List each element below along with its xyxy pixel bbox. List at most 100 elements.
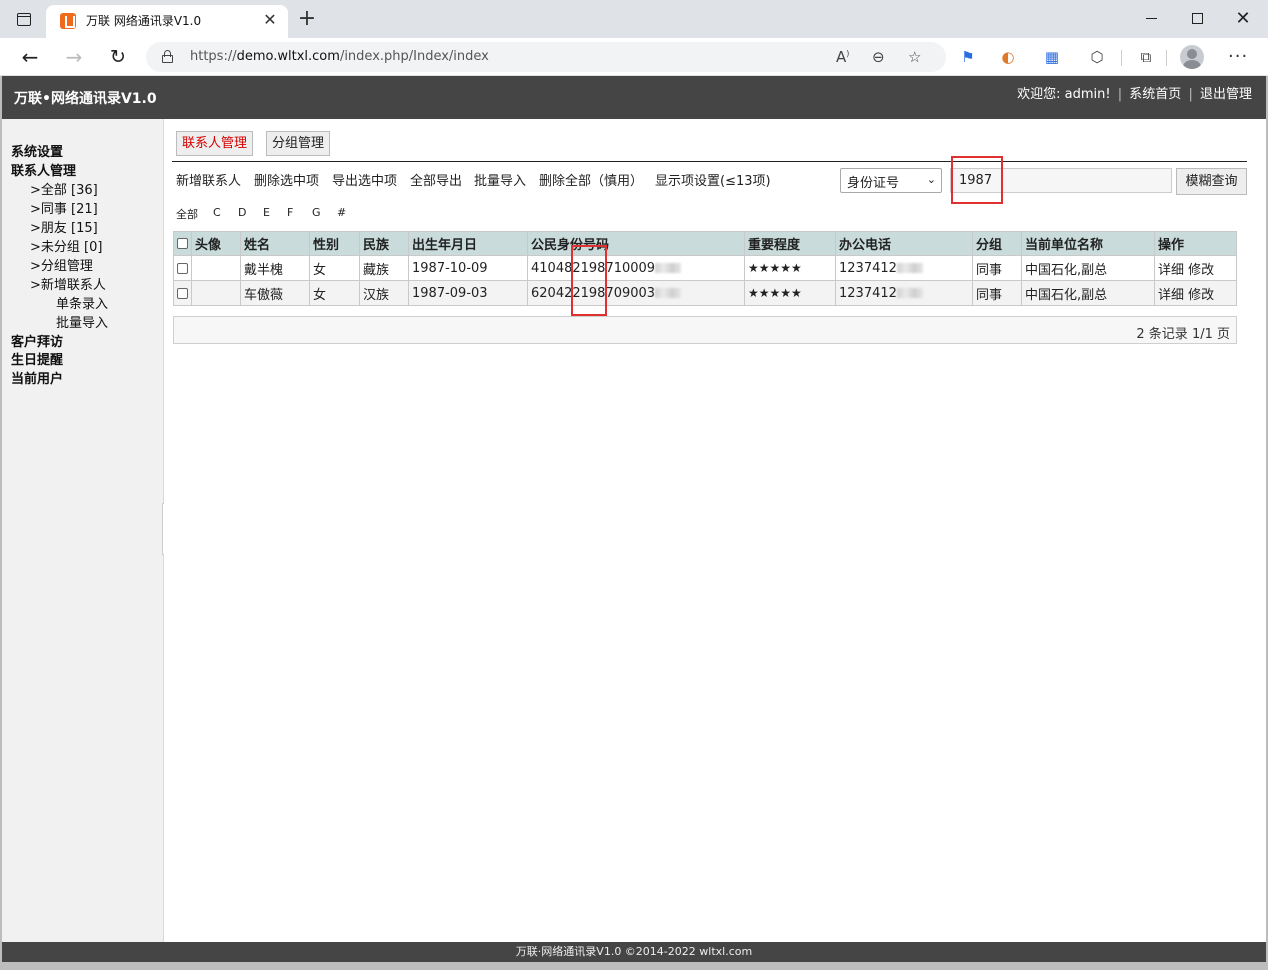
redacted-blur bbox=[655, 263, 682, 273]
sidebar-item-system-settings[interactable]: 系统设置 bbox=[11, 141, 63, 160]
column-header: 办公电话 bbox=[835, 231, 973, 256]
maximize-icon[interactable] bbox=[1174, 4, 1220, 32]
edit-link[interactable]: 修改 bbox=[1188, 263, 1214, 278]
export-selected-link[interactable]: 导出选中项 bbox=[332, 170, 397, 189]
search-highlight-box bbox=[951, 156, 1003, 204]
fuzzy-search-button[interactable]: 模糊查询 bbox=[1176, 168, 1247, 195]
lock-icon[interactable] bbox=[162, 50, 173, 63]
contacts-table: 头像 姓名 性别 民族 出生年月日 公民身份号码 重要程度 办公电话 分组 当前… bbox=[173, 231, 1237, 306]
sidebar-item-ungrouped[interactable]: >未分组 [0] bbox=[30, 236, 102, 255]
redacted-blur bbox=[896, 263, 923, 273]
collections-icon[interactable]: ⧉ bbox=[1136, 47, 1156, 67]
sidebar-item-friend[interactable]: >朋友 [15] bbox=[30, 217, 98, 236]
column-header: 姓名 bbox=[240, 231, 310, 256]
main-content: 联系人管理 分组管理 新增联系人 删除选中项 导出选中项 全部导出 批量导入 删… bbox=[164, 119, 1266, 942]
new-tab-icon[interactable]: + bbox=[296, 6, 318, 31]
header-links: 欢迎您: admin! | 系统首页 | 退出管理 bbox=[1017, 87, 1252, 102]
letter-filter-d[interactable]: D bbox=[238, 206, 246, 219]
add-contact-link[interactable]: 新增联系人 bbox=[176, 170, 241, 189]
avatar-cell bbox=[191, 280, 241, 306]
extensions-icon[interactable]: ⬡ bbox=[1087, 47, 1107, 67]
delete-selected-link[interactable]: 删除选中项 bbox=[254, 170, 319, 189]
read-aloud-icon[interactable]: A) bbox=[836, 48, 849, 66]
delete-all-link[interactable]: 删除全部（慎用） bbox=[539, 170, 643, 189]
logout-link[interactable]: 退出管理 bbox=[1200, 87, 1252, 102]
sidebar-item-group-mgmt[interactable]: >分组管理 bbox=[30, 255, 93, 274]
chevron-down-icon: ⌄ bbox=[926, 173, 936, 186]
actions-cell: 详细 修改 bbox=[1154, 255, 1237, 281]
forward-icon[interactable]: → bbox=[61, 44, 87, 70]
export-all-link[interactable]: 全部导出 bbox=[410, 170, 462, 189]
birth-cell: 1987-09-03 bbox=[408, 280, 528, 306]
display-settings-link[interactable]: 显示项设置(≤13项) bbox=[655, 170, 771, 189]
back-icon[interactable]: ← bbox=[17, 44, 43, 70]
sidebar-item-single-entry[interactable]: 单条录入 bbox=[56, 293, 108, 312]
tab-close-icon[interactable]: ✕ bbox=[260, 10, 280, 29]
phone-number: 1237412 bbox=[839, 285, 897, 301]
extension-shield-icon[interactable]: ⚑ bbox=[958, 47, 978, 67]
site-favicon-icon bbox=[60, 13, 76, 29]
redacted-blur bbox=[896, 288, 923, 298]
sidebar-item-birthday-reminder[interactable]: 生日提醒 bbox=[11, 349, 63, 368]
company-cell: 中国石化,副总 bbox=[1021, 280, 1155, 306]
pagination-bar: 2 条记录 1/1 页 bbox=[173, 316, 1237, 344]
sidebar-item-current-user[interactable]: 当前用户 bbox=[11, 368, 63, 387]
group-cell: 同事 bbox=[972, 255, 1022, 281]
letter-filter-g[interactable]: G bbox=[312, 206, 321, 219]
letter-filter-f[interactable]: F bbox=[287, 206, 293, 219]
row-checkbox[interactable] bbox=[177, 287, 188, 299]
column-header: 性别 bbox=[309, 231, 360, 256]
letter-filter-c[interactable]: C bbox=[213, 206, 221, 219]
gender-cell: 女 bbox=[309, 255, 360, 281]
home-link[interactable]: 系统首页 bbox=[1129, 87, 1181, 102]
column-header: 公民身份号码 bbox=[527, 231, 745, 256]
browser-tab[interactable]: 万联 网络通讯录V1.0 ✕ bbox=[46, 5, 288, 38]
window-close-icon[interactable]: ✕ bbox=[1220, 4, 1266, 32]
redacted-blur bbox=[655, 288, 682, 298]
tab-actions-icon[interactable] bbox=[14, 9, 34, 29]
app-title: 万联•网络通讯录V1.0 bbox=[14, 91, 157, 107]
url-field[interactable]: https://demo.wltxl.com/index.php/Index/i… bbox=[146, 42, 946, 72]
importance-cell: ★★★★★ bbox=[744, 255, 836, 281]
app-header: 万联•网络通讯录V1.0 欢迎您: admin! | 系统首页 | 退出管理 bbox=[2, 76, 1266, 119]
minimize-icon[interactable] bbox=[1128, 4, 1174, 32]
select-all-cell[interactable] bbox=[173, 231, 192, 256]
ethnicity-cell: 汉族 bbox=[359, 280, 409, 306]
more-options-icon[interactable]: ··· bbox=[1228, 46, 1248, 67]
tab-contact-mgmt[interactable]: 联系人管理 bbox=[176, 131, 254, 156]
letter-filter-hash[interactable]: # bbox=[337, 206, 346, 219]
favorite-icon[interactable]: ☆ bbox=[908, 48, 921, 66]
column-header: 操作 bbox=[1154, 231, 1237, 256]
calendar-icon[interactable]: ▦ bbox=[1042, 47, 1062, 67]
sidebar: 系统设置 联系人管理 >全部 [36] >同事 [21] >朋友 [15] >未… bbox=[2, 119, 164, 942]
letter-filter-e[interactable]: E bbox=[263, 206, 270, 219]
table-row: 车傲薇 女 汉族 1987-09-03 620422198709003 ★★★★… bbox=[173, 280, 1237, 306]
profile-avatar[interactable] bbox=[1180, 45, 1204, 69]
sidebar-item-colleague[interactable]: >同事 [21] bbox=[30, 198, 98, 217]
zoom-out-icon[interactable]: ⊖ bbox=[872, 48, 885, 66]
address-bar: ← → ↻ https://demo.wltxl.com/index.php/I… bbox=[0, 38, 1268, 76]
sidebar-item-all[interactable]: >全部 [36] bbox=[30, 179, 98, 198]
column-header: 当前单位名称 bbox=[1021, 231, 1155, 256]
sidebar-item-customer-visit[interactable]: 客户拜访 bbox=[11, 331, 63, 350]
batch-import-link[interactable]: 批量导入 bbox=[474, 170, 526, 189]
tab-group-mgmt[interactable]: 分组管理 bbox=[266, 131, 331, 156]
select-all-checkbox[interactable] bbox=[177, 238, 188, 249]
search-field-select[interactable]: 身份证号 ⌄ bbox=[840, 168, 942, 193]
extension-swirl-icon[interactable]: ◐ bbox=[998, 47, 1018, 67]
edit-link[interactable]: 修改 bbox=[1188, 288, 1214, 303]
sidebar-item-add-contact[interactable]: >新增联系人 bbox=[30, 274, 106, 293]
letter-filter-all[interactable]: 全部 bbox=[176, 206, 198, 222]
phone-number: 1237412 bbox=[839, 260, 897, 276]
row-checkbox[interactable] bbox=[177, 262, 188, 274]
sidebar-item-batch-import[interactable]: 批量导入 bbox=[56, 312, 108, 331]
importance-cell: ★★★★★ bbox=[744, 280, 836, 306]
name-cell: 车傲薇 bbox=[240, 280, 310, 306]
ethnicity-cell: 藏族 bbox=[359, 255, 409, 281]
tab-title: 万联 网络通讯录V1.0 bbox=[86, 14, 202, 28]
detail-link[interactable]: 详细 bbox=[1158, 263, 1184, 278]
detail-link[interactable]: 详细 bbox=[1158, 288, 1184, 303]
id-cell: 620422198709003 bbox=[527, 280, 745, 306]
sidebar-item-contact-mgmt[interactable]: 联系人管理 bbox=[11, 160, 76, 179]
reload-icon[interactable]: ↻ bbox=[105, 44, 131, 70]
